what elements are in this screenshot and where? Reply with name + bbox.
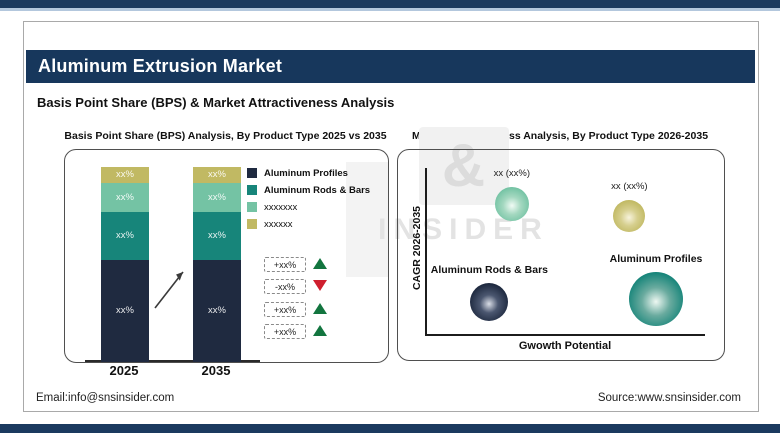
- legend-swatch: [247, 168, 257, 178]
- bar-segment: xx%: [193, 182, 241, 212]
- main-container: Aluminum Extrusion Market Basis Point Sh…: [23, 21, 759, 412]
- delta-triangle-up-icon: [313, 325, 327, 336]
- report-title: Aluminum Extrusion Market: [38, 56, 283, 76]
- bar-segment-value: xx%: [208, 305, 226, 317]
- bar-segment: xx%: [101, 259, 149, 362]
- legend-swatch: [247, 185, 257, 195]
- stacked-bar-2025: xx% xx% xx% xx%: [101, 167, 149, 362]
- delta-box: +xx%: [264, 302, 306, 317]
- stacked-bar-2035: xx% xx% xx% xx%: [193, 167, 241, 362]
- bar-segment: xx%: [193, 259, 241, 362]
- delta-box: -xx%: [264, 279, 306, 294]
- bar-segment-value: xx%: [116, 169, 134, 181]
- growth-arrow-icon: [154, 271, 184, 309]
- bubble-label: Aluminum Rods & Bars: [430, 263, 549, 276]
- bar-segment-value: xx%: [116, 230, 134, 242]
- bps-panel: xx% xx% xx% xx% xx% xx% xx% xx% Aluminum Profile…: [64, 149, 389, 363]
- delta-box: +xx%: [264, 324, 306, 339]
- bar-segment-value: xx%: [208, 191, 226, 203]
- bubble-label: xx (xx%): [611, 181, 648, 193]
- bar-segment: xx%: [193, 167, 241, 183]
- bar-segment: xx%: [101, 211, 149, 260]
- bar-segment-value: xx%: [208, 169, 226, 181]
- top-navy-strip: [0, 0, 780, 8]
- bubble: [494, 186, 529, 221]
- bar-segment-value: xx%: [116, 305, 134, 317]
- legend-item: Aluminum Profiles: [247, 167, 348, 179]
- legend-label: Aluminum Rods & Bars: [264, 184, 371, 196]
- delta-triangle-up-icon: [313, 258, 327, 269]
- legend-label: Aluminum Profiles: [264, 167, 348, 179]
- legend-swatch: [247, 202, 257, 212]
- bar-segment-value: xx%: [116, 191, 134, 203]
- bubble: [629, 272, 683, 327]
- delta-triangle-down-icon: [313, 280, 327, 291]
- bubble-label: Aluminum Profiles: [609, 253, 703, 266]
- infographic-stage: Aluminum Extrusion Market Basis Point Sh…: [0, 0, 780, 433]
- bar-segment-value: xx%: [208, 230, 226, 242]
- legend-item: xxxxxx: [247, 218, 293, 230]
- x-axis-label: Gwowth Potential: [518, 340, 612, 352]
- attractiveness-panel: CAGR 2026-2035 Gwowth Potential xx (xx%)…: [397, 149, 725, 361]
- delta-triangle-up-icon: [313, 303, 327, 314]
- report-title-bar: Aluminum Extrusion Market: [26, 50, 755, 83]
- report-subtitle: Basis Point Share (BPS) & Market Attract…: [37, 95, 395, 110]
- bubble: [470, 282, 509, 321]
- y-axis-line: [425, 168, 427, 336]
- legend-swatch: [247, 219, 257, 229]
- bar-segment: xx%: [101, 167, 149, 183]
- bps-chart-title: Basis Point Share (BPS) Analysis, By Pro…: [64, 130, 387, 142]
- bubble: [613, 200, 646, 233]
- legend-item: xxxxxxx: [247, 201, 297, 213]
- top-accent-line: [0, 8, 780, 11]
- attractiveness-chart-title: Market Attractiveness Analysis, By Produ…: [411, 130, 709, 142]
- bar-category-2035: 2035: [201, 363, 231, 378]
- footer-email: Email:info@snsinsider.com: [36, 392, 175, 404]
- bar-segment: xx%: [101, 182, 149, 212]
- y-axis-label: CAGR 2026-2035: [411, 205, 423, 291]
- bar-segment: xx%: [193, 211, 241, 260]
- x-axis-line: [425, 334, 705, 336]
- footer-source: Source:www.snsinsider.com: [597, 392, 741, 404]
- legend-label: xxxxxxx: [264, 201, 298, 213]
- delta-box: +xx%: [264, 257, 306, 272]
- legend-item: Aluminum Rods & Bars: [247, 184, 370, 196]
- bottom-navy-strip: [0, 424, 780, 433]
- legend-label: xxxxxx: [264, 218, 293, 230]
- bubble-label: xx (xx%): [493, 167, 531, 179]
- bar-category-2025: 2025: [109, 363, 139, 378]
